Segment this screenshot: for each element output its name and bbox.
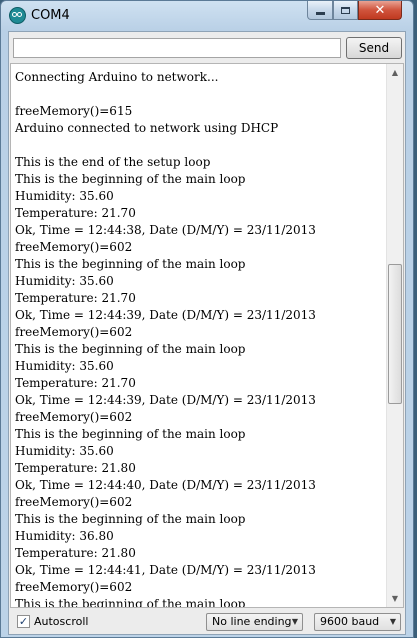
chevron-down-icon: ▼ [291, 617, 298, 626]
output-line: Ok, Time = 12:44:41, Date (D/M/Y) = 23/1… [15, 563, 316, 577]
checkmark-icon: ✓ [18, 615, 29, 628]
autoscroll-checkbox[interactable]: ✓ [17, 615, 30, 628]
output-line: This is the beginning of the main loop [15, 342, 246, 356]
output-line: This is the end of the setup loop [15, 155, 211, 169]
output-line: freeMemory()=602 [15, 325, 133, 339]
monitor-client-area: Send Connecting Arduino to network... fre… [8, 31, 406, 635]
minimize-icon [315, 11, 325, 15]
output-line: freeMemory()=602 [15, 580, 133, 594]
output-line: Ok, Time = 12:44:38, Date (D/M/Y) = 23/1… [15, 223, 316, 237]
output-line: Humidity: 35.60 [15, 189, 114, 203]
output-line: freeMemory()=602 [15, 495, 133, 509]
output-line: Temperature: 21.80 [15, 546, 136, 560]
output-line: Temperature: 21.70 [15, 291, 136, 305]
window-title: COM4 [31, 8, 70, 23]
output-line: freeMemory()=602 [15, 240, 133, 254]
line-ending-value: No line ending [212, 615, 292, 628]
serial-monitor-window: COM4 ✕ Send Connecting Arduino to networ… [0, 0, 414, 638]
output-lines: Connecting Arduino to network... freeMemo… [15, 69, 385, 608]
output-line: Temperature: 21.70 [15, 376, 136, 390]
line-ending-select[interactable]: No line ending ▼ [206, 613, 303, 631]
output-line: freeMemory()=602 [15, 410, 133, 424]
maximize-button[interactable] [333, 1, 358, 20]
scroll-down-arrow-icon[interactable]: ▼ [387, 590, 403, 607]
scroll-up-arrow-icon[interactable]: ▲ [387, 64, 403, 81]
arduino-icon [9, 7, 26, 24]
title-bar[interactable]: COM4 ✕ [1, 1, 413, 31]
bottom-bar: ✓ Autoscroll No line ending ▼ 9600 baud … [9, 610, 405, 634]
output-line: Arduino connected to network using DHCP [15, 121, 279, 135]
output-line: Temperature: 21.80 [15, 461, 136, 475]
send-button[interactable]: Send [346, 37, 402, 59]
output-line: Humidity: 35.60 [15, 359, 114, 373]
maximize-icon [341, 6, 350, 14]
output-line: Humidity: 35.60 [15, 274, 114, 288]
output-line: This is the beginning of the main loop [15, 597, 246, 608]
output-line: Ok, Time = 12:44:39, Date (D/M/Y) = 23/1… [15, 308, 316, 322]
close-icon: ✕ [374, 2, 386, 18]
chevron-down-icon: ▼ [389, 617, 396, 626]
serial-output[interactable]: Connecting Arduino to network... freeMemo… [10, 63, 404, 608]
output-line: This is the beginning of the main loop [15, 257, 246, 271]
output-line: Ok, Time = 12:44:40, Date (D/M/Y) = 23/1… [15, 478, 316, 492]
output-line: Ok, Time = 12:44:39, Date (D/M/Y) = 23/1… [15, 393, 316, 407]
scroll-thumb[interactable] [388, 264, 402, 404]
baud-rate-select[interactable]: 9600 baud ▼ [314, 613, 401, 631]
minimize-button[interactable] [307, 1, 333, 20]
baud-rate-value: 9600 baud [320, 615, 380, 628]
close-button[interactable]: ✕ [358, 1, 402, 20]
output-line: This is the beginning of the main loop [15, 512, 246, 526]
output-line: This is the beginning of the main loop [15, 172, 246, 186]
output-line: Humidity: 35.60 [15, 444, 114, 458]
output-line: This is the beginning of the main loop [15, 427, 246, 441]
output-line: Temperature: 21.70 [15, 206, 136, 220]
vertical-scrollbar[interactable]: ▲ ▼ [386, 64, 403, 607]
output-line: freeMemory()=615 [15, 104, 133, 118]
autoscroll-label[interactable]: Autoscroll [34, 615, 88, 628]
send-input[interactable] [13, 38, 341, 58]
output-line: Humidity: 36.80 [15, 529, 114, 543]
output-line: Connecting Arduino to network... [15, 70, 219, 84]
